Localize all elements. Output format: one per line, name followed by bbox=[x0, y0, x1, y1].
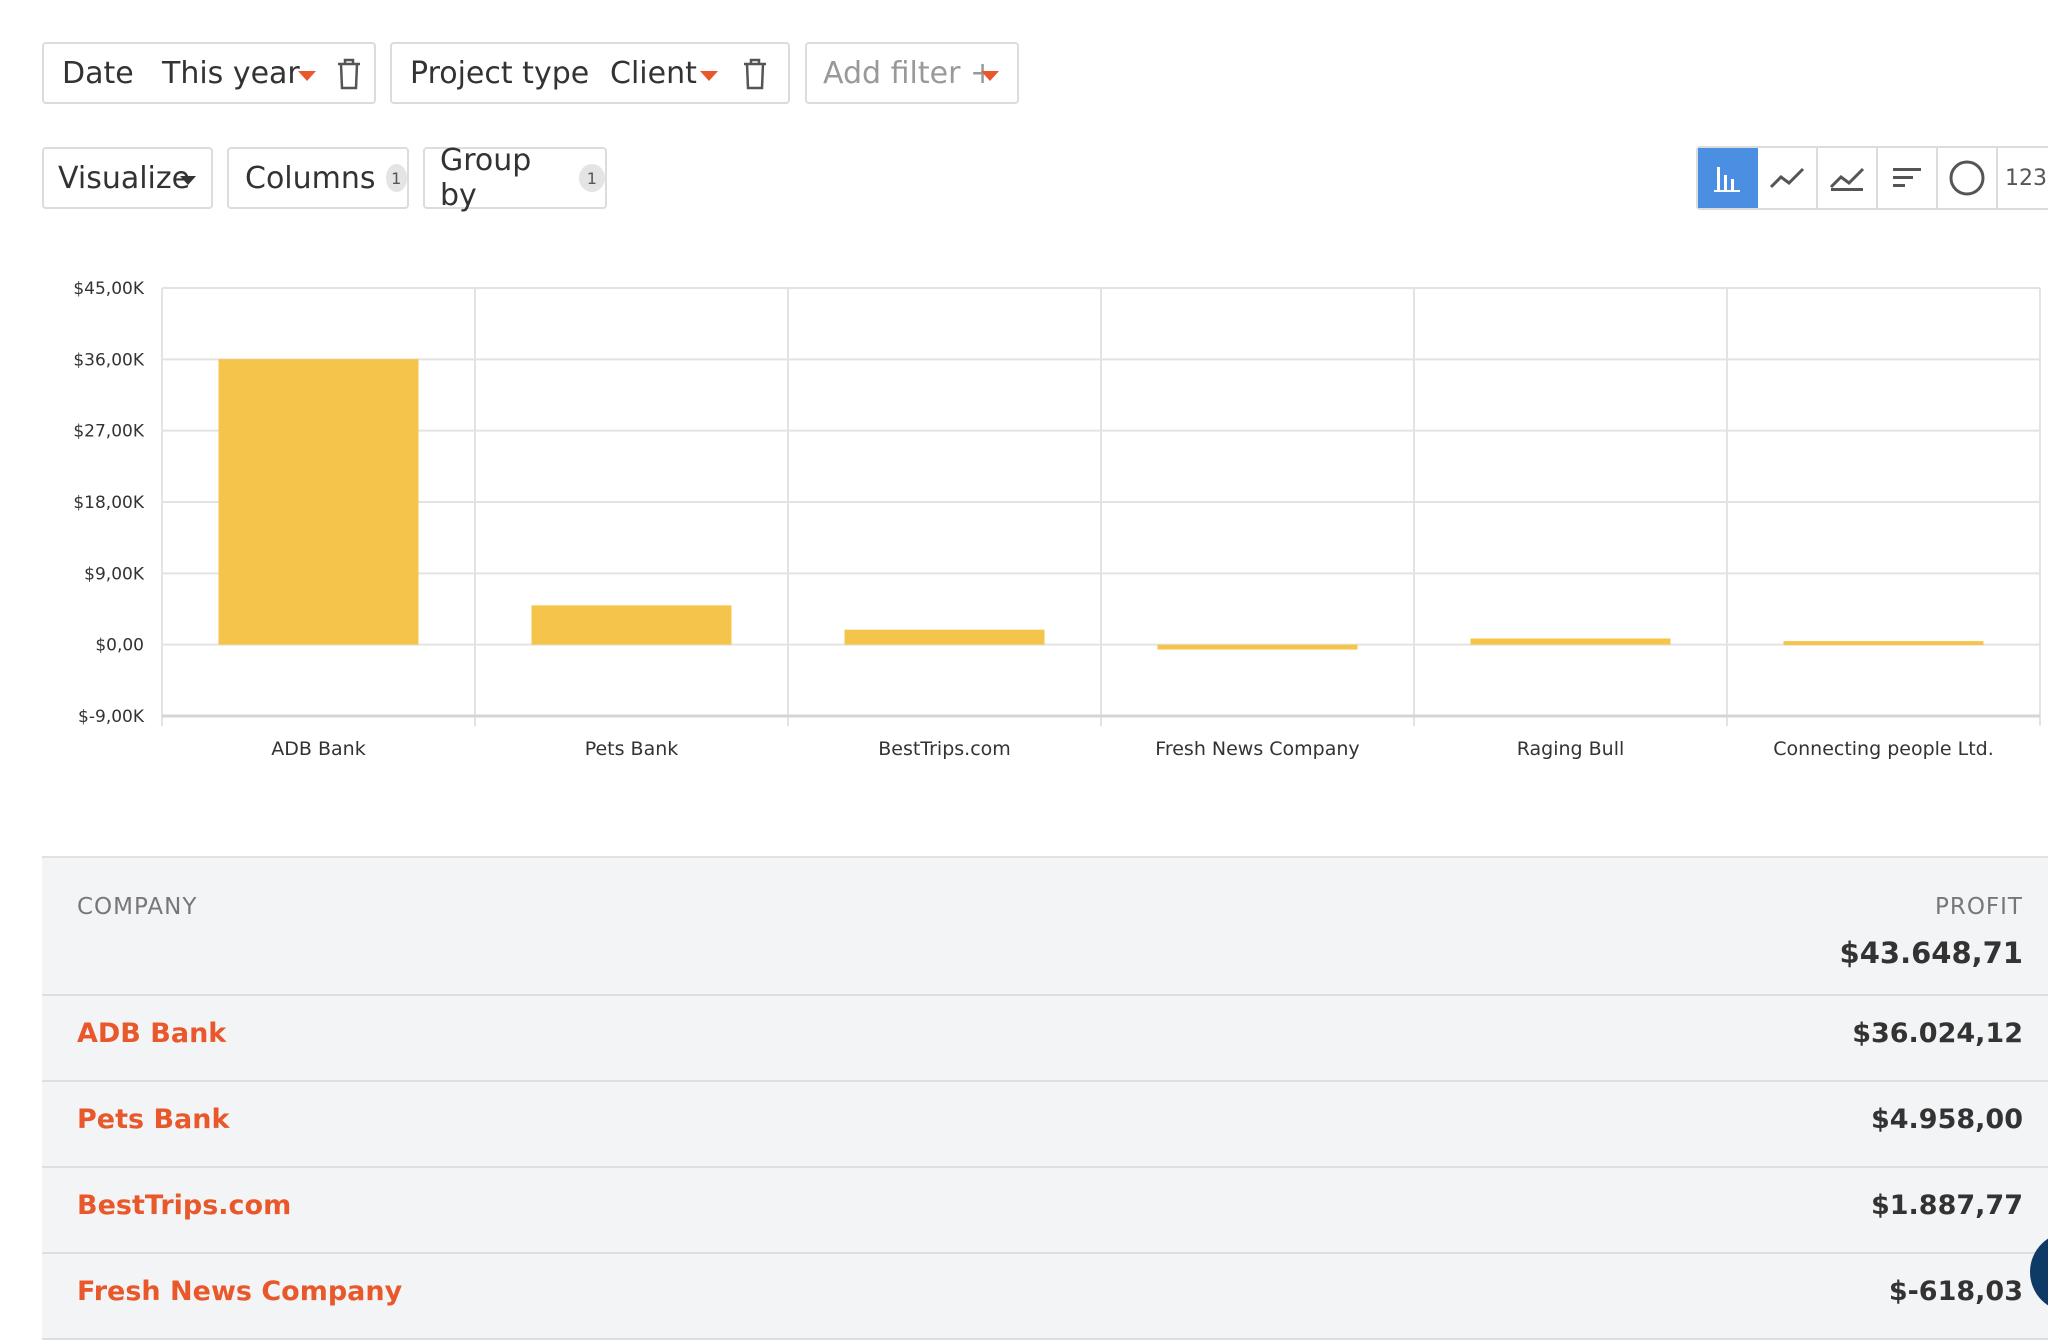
profit-value: $-618,03 bbox=[1888, 1276, 2023, 1307]
company-column-header[interactable]: COMPANY bbox=[77, 894, 197, 920]
number-icon: 123 bbox=[2005, 165, 2047, 191]
line-chart-icon bbox=[1769, 167, 1805, 189]
company-link[interactable]: Fresh News Company bbox=[77, 1276, 402, 1307]
line-chart-button[interactable] bbox=[1758, 148, 1818, 208]
date-filter-trash-icon[interactable] bbox=[336, 58, 362, 90]
add-filter-label: Add filter + bbox=[823, 55, 996, 91]
group-by-label: Group by bbox=[440, 143, 532, 213]
date-filter[interactable]: Date This year bbox=[42, 42, 376, 104]
y-tick-label: $36,00K bbox=[73, 350, 144, 370]
y-tick-label: $18,00K bbox=[73, 493, 144, 513]
bar-connecting-people-ltd- bbox=[1783, 641, 1984, 646]
bar-chart: $45,00K $36,00K $27,00K $18,00K $9,00K $0,00 $… bbox=[73, 279, 2041, 760]
profit-column-header[interactable]: PROFIT bbox=[1935, 894, 2023, 920]
pie-chart-button[interactable] bbox=[1938, 148, 1998, 208]
area-chart-icon bbox=[1829, 167, 1865, 191]
x-tick-label: Fresh News Company bbox=[1155, 738, 1359, 760]
visualize-chevron-down-icon bbox=[180, 176, 196, 185]
date-filter-value[interactable]: This year bbox=[162, 56, 300, 91]
x-tick-label: Raging Bull bbox=[1517, 738, 1625, 760]
table-row: ADB Bank $36.024,12 bbox=[42, 996, 2048, 1082]
y-tick-label: $9,00K bbox=[84, 564, 145, 584]
horizontal-bar-button[interactable] bbox=[1878, 148, 1938, 208]
date-filter-chevron-down-icon[interactable] bbox=[298, 71, 316, 81]
add-filter-button[interactable]: Add filter + bbox=[805, 42, 1019, 104]
y-tick-label: $-9,00K bbox=[78, 707, 145, 727]
profit-value: $36.024,12 bbox=[1852, 1018, 2023, 1049]
project-type-filter-trash-icon[interactable] bbox=[742, 58, 768, 90]
profit-value: $4.958,00 bbox=[1870, 1104, 2023, 1135]
bar-fresh-news-company bbox=[1157, 644, 1358, 650]
group-by-count-badge: 1 bbox=[578, 164, 605, 192]
company-link[interactable]: Pets Bank bbox=[77, 1104, 229, 1135]
bar-besttrips-com bbox=[844, 629, 1045, 645]
company-link[interactable]: BestTrips.com bbox=[77, 1190, 291, 1221]
area-chart-button[interactable] bbox=[1818, 148, 1878, 208]
horizontal-bar-icon bbox=[1893, 168, 1921, 187]
profit-value: $1.887,77 bbox=[1870, 1190, 2023, 1221]
visualize-button[interactable]: Visualize bbox=[42, 147, 213, 209]
bar-adb-bank bbox=[218, 359, 419, 645]
add-filter-chevron-down-icon bbox=[981, 71, 999, 81]
project-type-filter-label: Project type bbox=[410, 55, 590, 91]
table-header: COMPANY PROFIT $43.648,71 bbox=[42, 858, 2048, 996]
x-tick-label: Pets Bank bbox=[585, 738, 679, 760]
chart-grid bbox=[161, 287, 2041, 726]
bar-raging-bull bbox=[1470, 638, 1671, 645]
y-axis-ticks: $45,00K $36,00K $27,00K $18,00K $9,00K $0,00 $… bbox=[73, 279, 144, 727]
x-tick-label: Connecting people Ltd. bbox=[1773, 738, 1994, 760]
table-row: Fresh News Company $-618,03 bbox=[42, 1254, 2048, 1340]
number-button[interactable]: 123 bbox=[1998, 148, 2048, 208]
visualize-label: Visualize bbox=[58, 160, 191, 196]
profit-total: $43.648,71 bbox=[1839, 936, 2023, 970]
project-type-filter-value[interactable]: Client bbox=[610, 56, 697, 91]
project-type-filter-chevron-down-icon[interactable] bbox=[700, 71, 718, 81]
project-type-filter[interactable]: Project type Client bbox=[390, 42, 790, 104]
results-table: COMPANY PROFIT $43.648,71 ADB Bank $36.0… bbox=[42, 856, 2048, 1340]
chart-type-selector: 123 bbox=[1696, 146, 2048, 210]
y-tick-label: $27,00K bbox=[73, 422, 144, 442]
y-tick-label: $45,00K bbox=[73, 279, 144, 299]
x-tick-label: ADB Bank bbox=[271, 738, 365, 760]
y-tick-label: $0,00 bbox=[95, 636, 144, 656]
pie-chart-icon bbox=[1949, 160, 1985, 196]
x-tick-label: BestTrips.com bbox=[878, 738, 1011, 760]
table-row: Pets Bank $4.958,00 bbox=[42, 1082, 2048, 1168]
x-axis-labels: ADB Bank Pets Bank BestTrips.com Fresh News… bbox=[271, 738, 1994, 760]
group-by-button[interactable]: Group by 1 bbox=[423, 143, 607, 213]
bar-pets-bank bbox=[531, 605, 732, 645]
company-link[interactable]: ADB Bank bbox=[77, 1018, 226, 1049]
table-row: BestTrips.com $1.887,77 bbox=[42, 1168, 2048, 1254]
date-filter-label: Date bbox=[62, 55, 134, 91]
columns-button[interactable]: Columns 1 bbox=[227, 147, 409, 209]
bar-chart-icon bbox=[1714, 167, 1740, 192]
columns-count-badge: 1 bbox=[385, 164, 407, 192]
bar-chart-button[interactable] bbox=[1698, 148, 1758, 208]
columns-label: Columns bbox=[245, 160, 376, 196]
